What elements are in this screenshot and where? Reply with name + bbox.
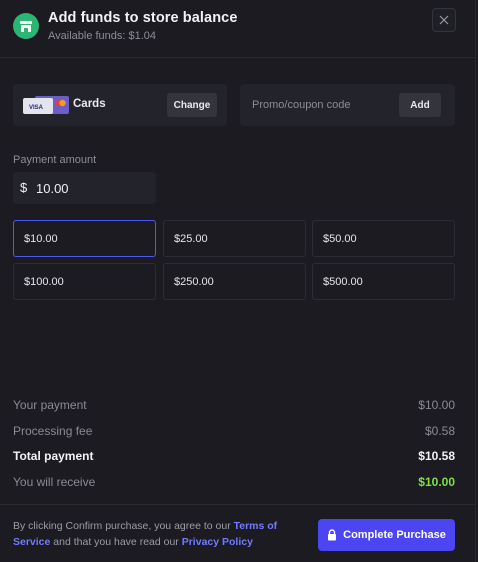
- modal-header: Add funds to store balance Available fun…: [0, 0, 476, 58]
- payment-amount-input[interactable]: [36, 179, 146, 197]
- close-button[interactable]: [432, 8, 456, 32]
- currency-symbol: $: [20, 180, 28, 195]
- your-payment-label: Your payment: [13, 398, 87, 412]
- payment-method-label: Cards: [73, 98, 106, 110]
- close-icon: [439, 15, 449, 25]
- preset-amount-10[interactable]: $10.00: [13, 220, 156, 257]
- complete-purchase-button[interactable]: Complete Purchase: [318, 519, 455, 551]
- add-promo-button[interactable]: Add: [399, 93, 441, 117]
- payment-amount-label: Payment amount: [13, 154, 97, 166]
- promo-code-input[interactable]: [252, 96, 392, 114]
- terms-prefix: By clicking Confirm purchase, you agree …: [13, 520, 234, 532]
- modal-title: Add funds to store balance: [48, 10, 238, 26]
- payment-amount-field: $: [13, 172, 156, 204]
- privacy-policy-link[interactable]: Privacy Policy: [182, 536, 253, 548]
- terms-middle: and that you have read our: [50, 536, 182, 548]
- total-payment-value: $10.58: [418, 449, 455, 463]
- complete-purchase-label: Complete Purchase: [343, 529, 446, 541]
- storefront-icon: [13, 13, 39, 39]
- summary-processing-fee: Processing fee $0.58: [13, 424, 455, 440]
- summary-total-payment: Total payment $10.58: [13, 449, 455, 465]
- promo-code-box: Add: [240, 84, 455, 126]
- change-payment-button[interactable]: Change: [167, 93, 217, 117]
- add-funds-modal: Add funds to store balance Available fun…: [0, 0, 476, 562]
- you-will-receive-value: $10.00: [418, 475, 455, 489]
- footer-divider: [0, 504, 476, 505]
- preset-amount-500[interactable]: $500.00: [312, 263, 455, 300]
- available-funds: Available funds: $1.04: [48, 30, 157, 42]
- preset-amount-100[interactable]: $100.00: [13, 263, 156, 300]
- payment-method-selector: VISA Cards Change: [13, 84, 227, 126]
- lock-icon: [328, 529, 337, 541]
- preset-amount-50[interactable]: $50.00: [312, 220, 455, 257]
- you-will-receive-label: You will receive: [13, 475, 96, 489]
- total-payment-label: Total payment: [13, 449, 94, 463]
- card-brands-icon: VISA: [23, 96, 69, 114]
- processing-fee-label: Processing fee: [13, 424, 93, 438]
- preset-amount-25[interactable]: $25.00: [163, 220, 306, 257]
- summary-you-will-receive: You will receive $10.00: [13, 475, 455, 491]
- terms-notice: By clicking Confirm purchase, you agree …: [13, 518, 298, 550]
- processing-fee-value: $0.58: [424, 424, 455, 438]
- your-payment-value: $10.00: [418, 398, 455, 412]
- preset-amount-250[interactable]: $250.00: [163, 263, 306, 300]
- summary-your-payment: Your payment $10.00: [13, 398, 455, 414]
- visa-text: VISA: [29, 105, 44, 111]
